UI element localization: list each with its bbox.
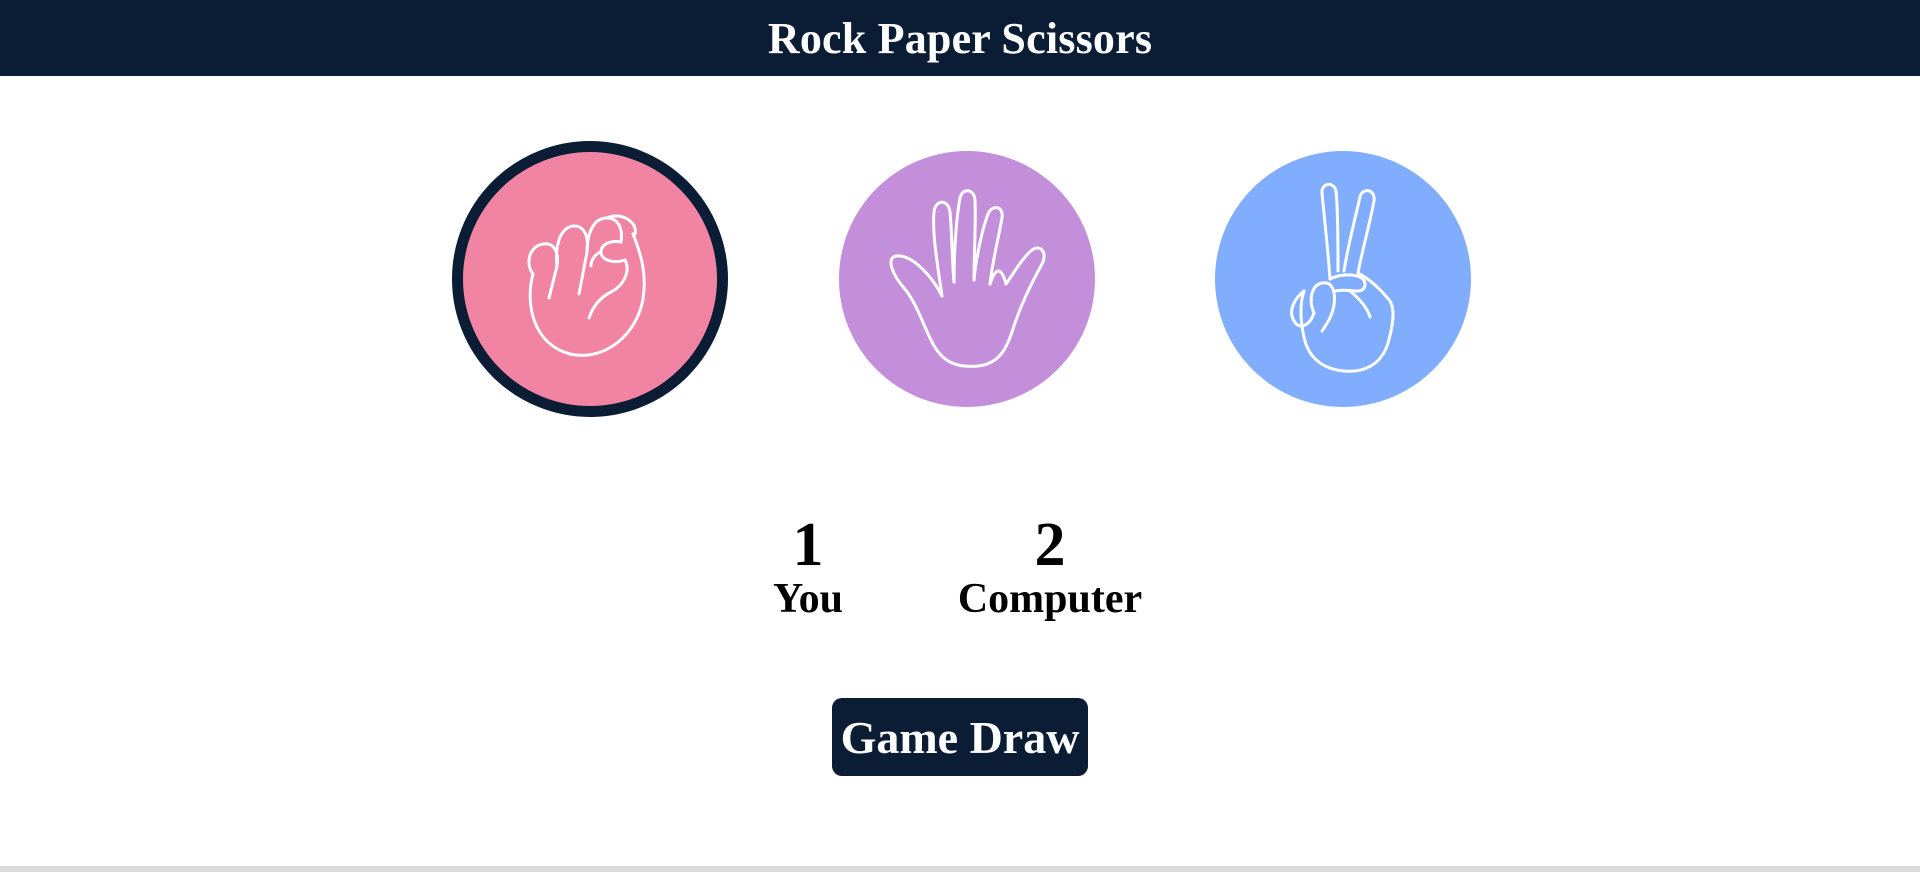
scissors-choice-button[interactable]: [1215, 151, 1471, 407]
rock-choice-button[interactable]: [452, 141, 728, 417]
score-you-label: You: [772, 576, 844, 622]
paper-choice-button[interactable]: [839, 151, 1095, 407]
page-title: Rock Paper Scissors: [767, 13, 1153, 63]
header-bar: Rock Paper Scissors: [0, 0, 1920, 76]
score-you-value: 1: [792, 511, 824, 579]
score-you: 1 You: [748, 514, 868, 620]
score-computer: 2 Computer: [940, 514, 1160, 620]
score-computer-value: 2: [1034, 511, 1066, 579]
fist-icon: [527, 214, 646, 357]
peace-hand-icon: [1290, 183, 1395, 373]
result-button[interactable]: Game Draw: [832, 698, 1088, 776]
score-computer-label: Computer: [957, 576, 1143, 622]
open-hand-icon: [889, 189, 1046, 368]
bottom-divider: [0, 866, 1920, 872]
game-page: Rock Paper Scissors 1 You 2 Computer Gam…: [0, 0, 1920, 872]
